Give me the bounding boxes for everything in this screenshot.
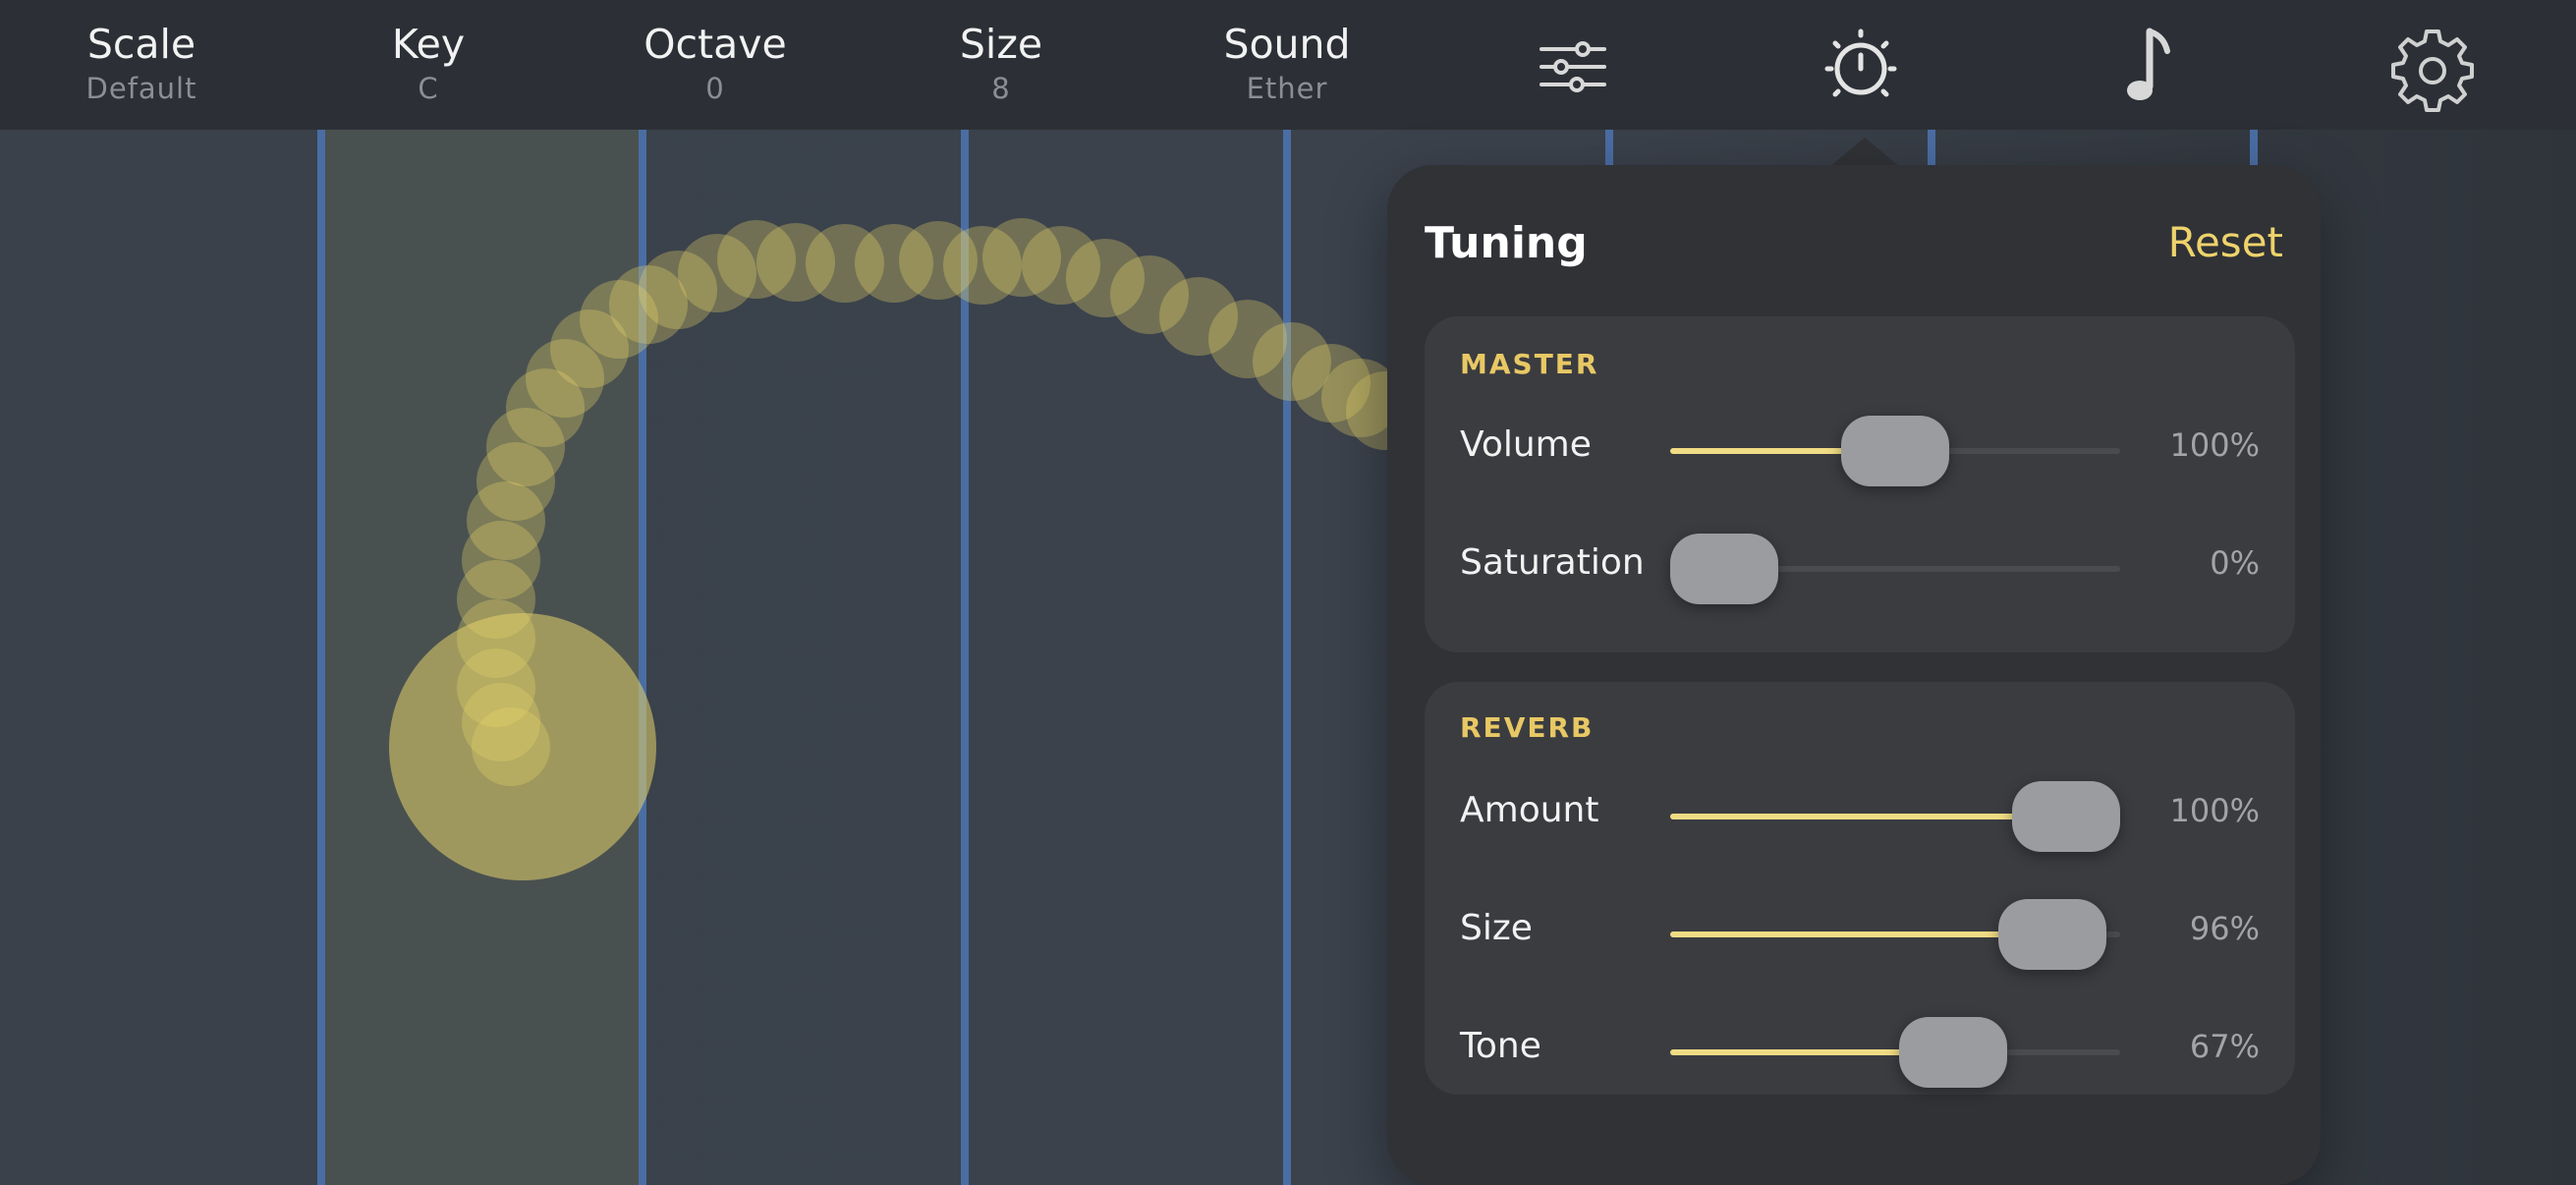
- scale-value: Default: [85, 72, 197, 105]
- touch-point: [389, 613, 656, 880]
- size-selector[interactable]: Size 8: [883, 18, 1119, 106]
- section-heading: REVERB: [1460, 711, 1595, 744]
- size-label: Size: [959, 21, 1043, 68]
- scale-selector[interactable]: Scale Default: [24, 18, 259, 106]
- gear-icon[interactable]: [2387, 22, 2478, 112]
- scale-label: Scale: [86, 21, 196, 68]
- size-label: Size: [1460, 908, 1533, 948]
- tone-value: 67%: [2189, 1028, 2260, 1065]
- saturation-value: 0%: [2210, 544, 2260, 582]
- amount-slider[interactable]: [1670, 781, 2120, 852]
- key-selector[interactable]: Key C: [310, 18, 546, 106]
- music-note-icon[interactable]: [2100, 22, 2191, 112]
- slider-thumb[interactable]: [1899, 1017, 2008, 1088]
- volume-value: 100%: [2169, 426, 2260, 464]
- sound-label: Sound: [1223, 21, 1351, 68]
- slider-fill: [1670, 931, 2053, 937]
- octave-value: 0: [705, 72, 725, 105]
- section-heading: MASTER: [1460, 348, 1599, 380]
- size-slider[interactable]: [1670, 899, 2120, 970]
- slider-thumb[interactable]: [1998, 899, 2107, 970]
- slider-thumb[interactable]: [1841, 416, 1949, 486]
- octave-selector[interactable]: Octave 0: [597, 18, 833, 106]
- saturation-label: Saturation: [1460, 542, 1645, 583]
- tuning-panel: Tuning Reset MASTER Volume 100% Saturati…: [1387, 165, 2321, 1185]
- slider-thumb[interactable]: [2012, 781, 2120, 852]
- reset-button[interactable]: Reset: [2168, 218, 2283, 266]
- panel-title: Tuning: [1425, 218, 1588, 268]
- tone-label: Tone: [1460, 1026, 1541, 1066]
- size-value: 96%: [2189, 910, 2260, 947]
- timer-icon[interactable]: [1816, 22, 1906, 112]
- octave-label: Octave: [644, 21, 787, 68]
- volume-label: Volume: [1460, 424, 1592, 465]
- slider-fill: [1670, 814, 2066, 819]
- tone-slider[interactable]: [1670, 1017, 2120, 1088]
- amount-label: Amount: [1460, 790, 1599, 830]
- master-section: MASTER Volume 100% Saturation 0%: [1425, 316, 2295, 652]
- sliders-icon[interactable]: [1528, 22, 1618, 112]
- volume-slider[interactable]: [1670, 416, 2120, 486]
- key-value: C: [418, 72, 439, 105]
- amount-value: 100%: [2169, 792, 2260, 829]
- key-label: Key: [391, 21, 466, 68]
- popover-arrow: [1829, 138, 1900, 167]
- sound-value: Ether: [1246, 72, 1328, 105]
- sound-selector[interactable]: Sound Ether: [1169, 18, 1405, 106]
- slider-thumb[interactable]: [1670, 534, 1778, 604]
- top-toolbar: Scale Default Key C Octave 0 Size 8 Soun…: [0, 0, 2576, 130]
- reverb-section: REVERB Amount 100% Size 96% Tone 67%: [1425, 682, 2295, 1095]
- saturation-slider[interactable]: [1670, 534, 2120, 604]
- size-value: 8: [991, 72, 1011, 105]
